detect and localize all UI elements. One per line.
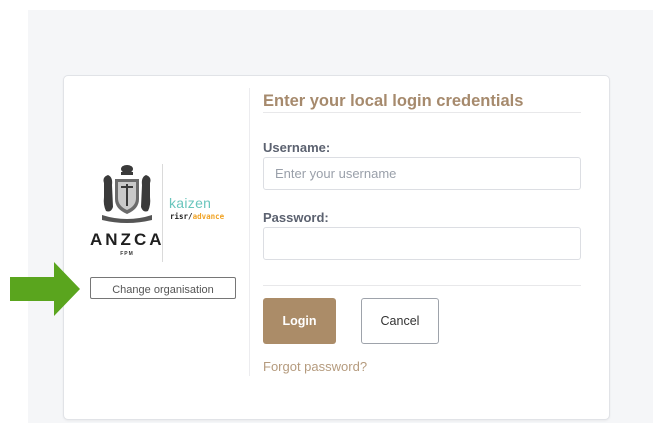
password-label: Password: xyxy=(263,210,329,225)
heading-rule xyxy=(263,112,581,113)
change-organisation-button[interactable]: Change organisation xyxy=(90,277,236,299)
org-subname: FPM xyxy=(120,251,134,257)
username-input[interactable] xyxy=(263,157,581,190)
org-name: ANZCA xyxy=(90,230,165,249)
username-label: Username: xyxy=(263,140,331,155)
card-divider xyxy=(249,88,250,376)
risr-suffix: advance xyxy=(192,212,225,221)
risr-advance-logo: risr/advance xyxy=(170,212,224,221)
risr-prefix: risr/ xyxy=(170,212,193,221)
form-rule xyxy=(263,285,581,286)
cancel-button[interactable]: Cancel xyxy=(361,298,439,344)
kaizen-logo-text: kaizen xyxy=(169,195,212,211)
password-input[interactable] xyxy=(263,227,581,260)
login-button[interactable]: Login xyxy=(263,298,336,344)
forgot-password-link[interactable]: Forgot password? xyxy=(263,359,367,374)
anzca-crest-logo xyxy=(102,165,152,223)
green-right-arrow-icon xyxy=(10,262,80,316)
logo-divider xyxy=(162,164,163,262)
login-heading: Enter your local login credentials xyxy=(263,92,524,110)
